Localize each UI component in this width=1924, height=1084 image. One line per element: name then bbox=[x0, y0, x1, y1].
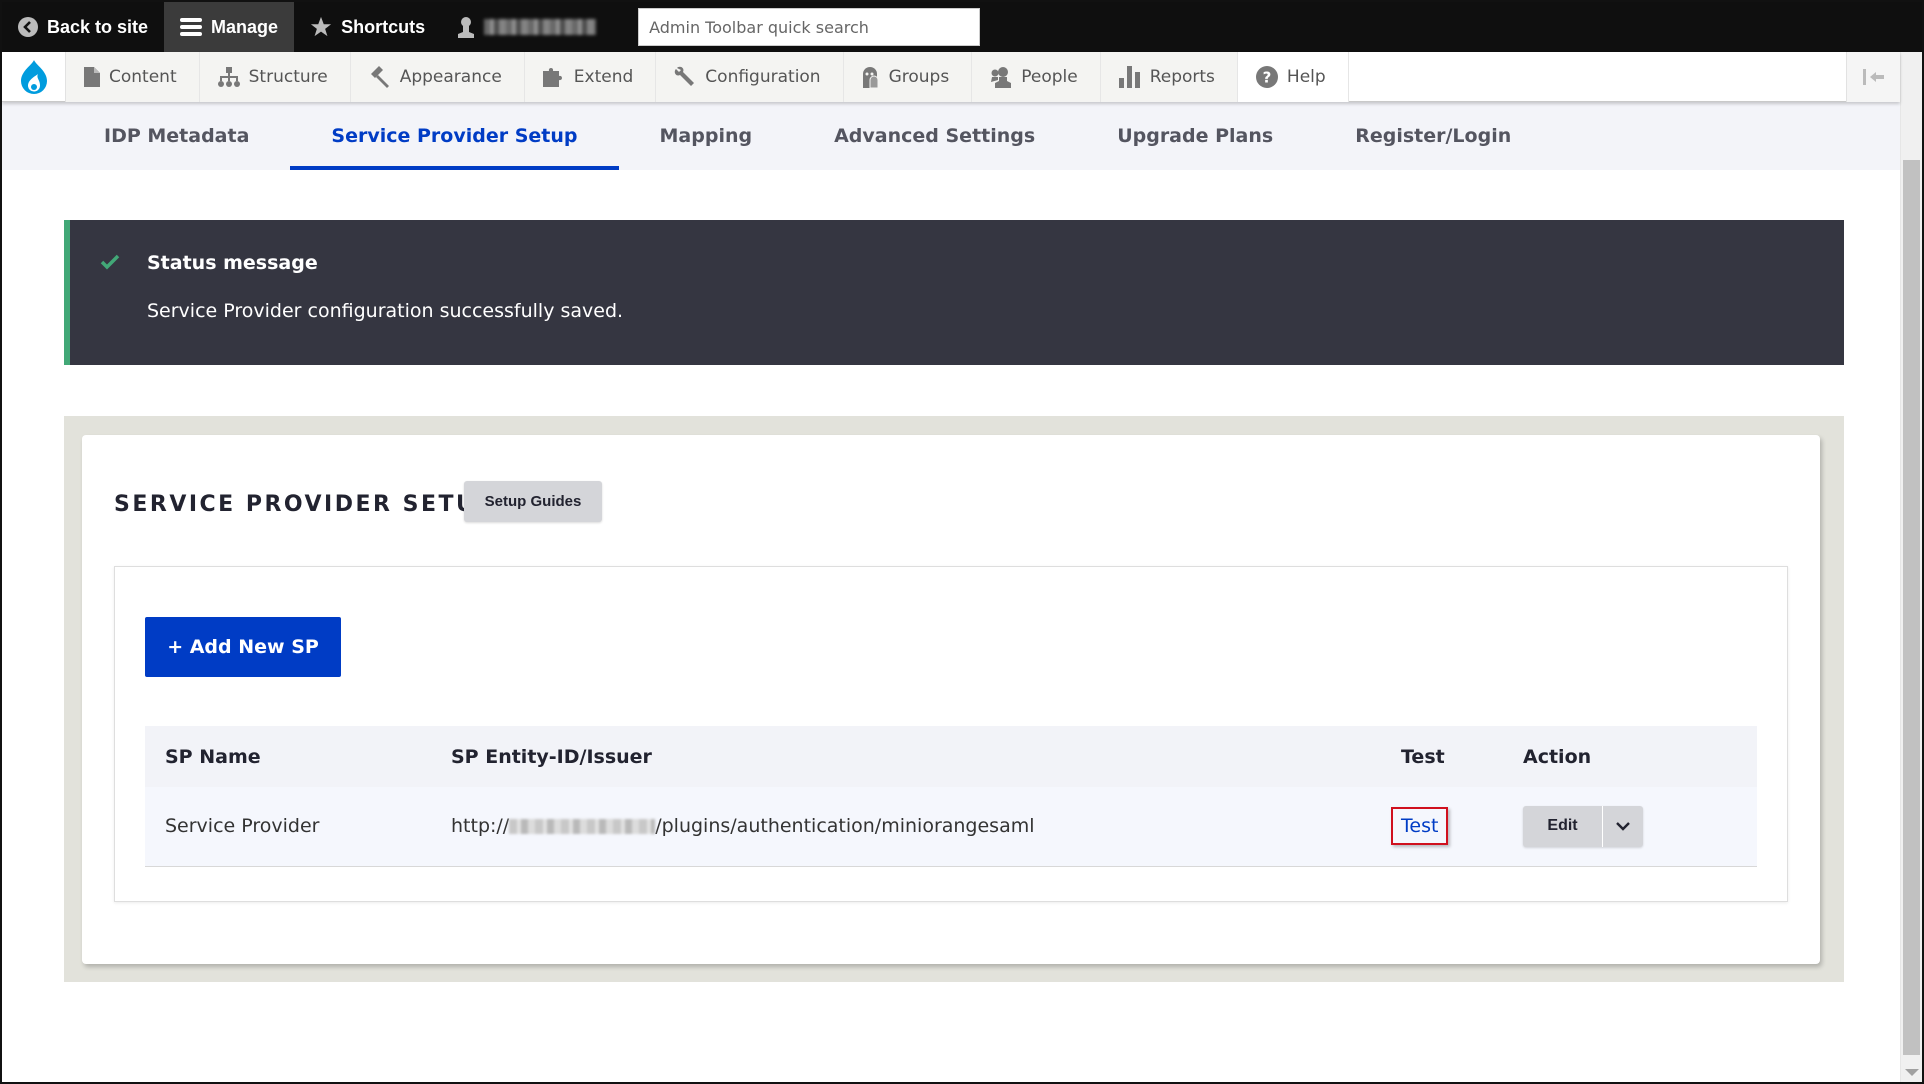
back-to-site-label: Back to site bbox=[47, 16, 149, 37]
question-icon: ? bbox=[1255, 66, 1278, 88]
menu-item-label: Appearance bbox=[399, 67, 502, 87]
menu-item-label: Content bbox=[109, 67, 177, 87]
menu-item-groups[interactable]: Groups bbox=[843, 52, 973, 102]
admin-quick-search-input[interactable] bbox=[638, 8, 981, 46]
table-row: Service Provider http:// /plugins/authent… bbox=[145, 787, 1757, 867]
setup-guides-button[interactable]: Setup Guides bbox=[464, 481, 602, 522]
entity-host-redacted bbox=[509, 819, 656, 835]
file-icon bbox=[84, 67, 100, 87]
menu-item-label: Reports bbox=[1149, 67, 1215, 87]
entity-id-prefix: http:// bbox=[451, 815, 510, 838]
shortcuts-tab[interactable]: Shortcuts bbox=[294, 2, 441, 52]
menu-item-label: Help bbox=[1286, 67, 1326, 87]
tab-upgrade-plans[interactable]: Upgrade Plans bbox=[1076, 102, 1314, 170]
tab-service-provider-setup[interactable]: Service Provider Setup bbox=[290, 102, 619, 170]
menu-item-structure[interactable]: Structure bbox=[199, 52, 351, 102]
chevron-down-icon bbox=[1616, 822, 1630, 831]
people-icon bbox=[991, 67, 1012, 88]
menu-item-label: Extend bbox=[573, 67, 634, 87]
edit-button[interactable]: Edit bbox=[1523, 805, 1603, 847]
sp-name-cell: Service Provider bbox=[145, 787, 431, 867]
drupal-logo[interactable] bbox=[2, 52, 66, 102]
toolbar-orientation-toggle[interactable] bbox=[1846, 52, 1900, 102]
paintbrush-icon bbox=[370, 66, 389, 88]
manage-tab[interactable]: Manage bbox=[164, 2, 295, 52]
module-tabs: IDP Metadata Service Provider Setup Mapp… bbox=[2, 102, 1900, 170]
test-cell: Test bbox=[1381, 787, 1503, 867]
shortcuts-label: Shortcuts bbox=[341, 16, 426, 37]
menu-item-appearance[interactable]: Appearance bbox=[350, 52, 525, 102]
admin-menu: Content Structure Appearance Extend Conf… bbox=[2, 52, 1900, 102]
entity-id-suffix: /plugins/authentication/miniorangesaml bbox=[655, 815, 1035, 838]
tab-advanced-settings[interactable]: Advanced Settings bbox=[793, 102, 1076, 170]
bar-chart-icon bbox=[1118, 66, 1140, 88]
manage-label: Manage bbox=[211, 16, 279, 37]
hamburger-icon bbox=[180, 17, 203, 37]
scroll-down-arrow-icon[interactable] bbox=[1905, 1069, 1919, 1076]
check-icon bbox=[100, 254, 120, 274]
page-title: SERVICE PROVIDER SETUP bbox=[114, 492, 496, 517]
sitemap-icon bbox=[217, 67, 240, 87]
status-message: Status message Service Provider configur… bbox=[64, 220, 1844, 365]
username-redacted bbox=[484, 19, 597, 35]
menu-item-people[interactable]: People bbox=[972, 52, 1101, 102]
edit-split-button: Edit bbox=[1523, 805, 1643, 847]
status-title: Status message bbox=[147, 252, 318, 274]
status-text: Service Provider configuration successfu… bbox=[147, 300, 624, 322]
menu-item-label: Configuration bbox=[705, 67, 821, 87]
menu-item-label: People bbox=[1021, 67, 1078, 87]
column-header-test: Test bbox=[1381, 726, 1503, 787]
puzzle-icon bbox=[542, 68, 562, 87]
sp-table: SP Name SP Entity-ID/Issuer Test Action … bbox=[145, 726, 1757, 867]
column-header-action: Action bbox=[1503, 726, 1757, 787]
groups-icon bbox=[862, 67, 879, 88]
sp-list-panel: + Add New SP SP Name SP Entity-ID/Issuer… bbox=[114, 566, 1788, 902]
back-arrow-icon bbox=[18, 17, 38, 37]
menu-item-extend[interactable]: Extend bbox=[524, 52, 657, 102]
tab-mapping[interactable]: Mapping bbox=[619, 102, 794, 170]
drupal-drop-icon bbox=[20, 60, 47, 94]
table-header-row: SP Name SP Entity-ID/Issuer Test Action bbox=[145, 726, 1757, 787]
column-header-entity-id: SP Entity-ID/Issuer bbox=[431, 726, 1381, 787]
column-header-sp-name: SP Name bbox=[145, 726, 431, 787]
admin-toolbar: Back to site Manage Shortcuts bbox=[2, 2, 1922, 52]
add-new-sp-button[interactable]: + Add New SP bbox=[145, 617, 341, 677]
action-dropdown-toggle[interactable] bbox=[1603, 806, 1643, 847]
tab-idp-metadata[interactable]: IDP Metadata bbox=[63, 102, 290, 170]
menu-item-configuration[interactable]: Configuration bbox=[656, 52, 844, 102]
page-scrollbar[interactable] bbox=[1900, 52, 1922, 1082]
action-cell: Edit bbox=[1503, 787, 1757, 867]
test-link[interactable]: Test bbox=[1391, 807, 1449, 846]
back-to-site-link[interactable]: Back to site bbox=[2, 2, 164, 52]
sp-setup-card: SERVICE PROVIDER SETUP Setup Guides + Ad… bbox=[82, 435, 1820, 964]
menu-item-reports[interactable]: Reports bbox=[1100, 52, 1238, 102]
content-container: SERVICE PROVIDER SETUP Setup Guides + Ad… bbox=[64, 416, 1844, 982]
star-icon bbox=[310, 16, 332, 38]
menu-item-label: Groups bbox=[888, 67, 950, 87]
menu-spacer bbox=[1348, 52, 1846, 101]
menu-item-content[interactable]: Content bbox=[66, 52, 200, 102]
collapse-left-icon bbox=[1862, 69, 1884, 85]
menu-item-label: Structure bbox=[248, 67, 328, 87]
user-tab[interactable] bbox=[441, 2, 612, 52]
tab-register-login[interactable]: Register/Login bbox=[1314, 102, 1552, 170]
svg-text:?: ? bbox=[1263, 69, 1272, 87]
scrollbar-thumb[interactable] bbox=[1903, 160, 1920, 1055]
user-icon bbox=[457, 16, 475, 38]
entity-id-cell: http:// /plugins/authentication/miniorang… bbox=[431, 787, 1381, 867]
menu-item-help[interactable]: ? Help bbox=[1237, 52, 1349, 102]
wrench-icon bbox=[675, 66, 695, 86]
